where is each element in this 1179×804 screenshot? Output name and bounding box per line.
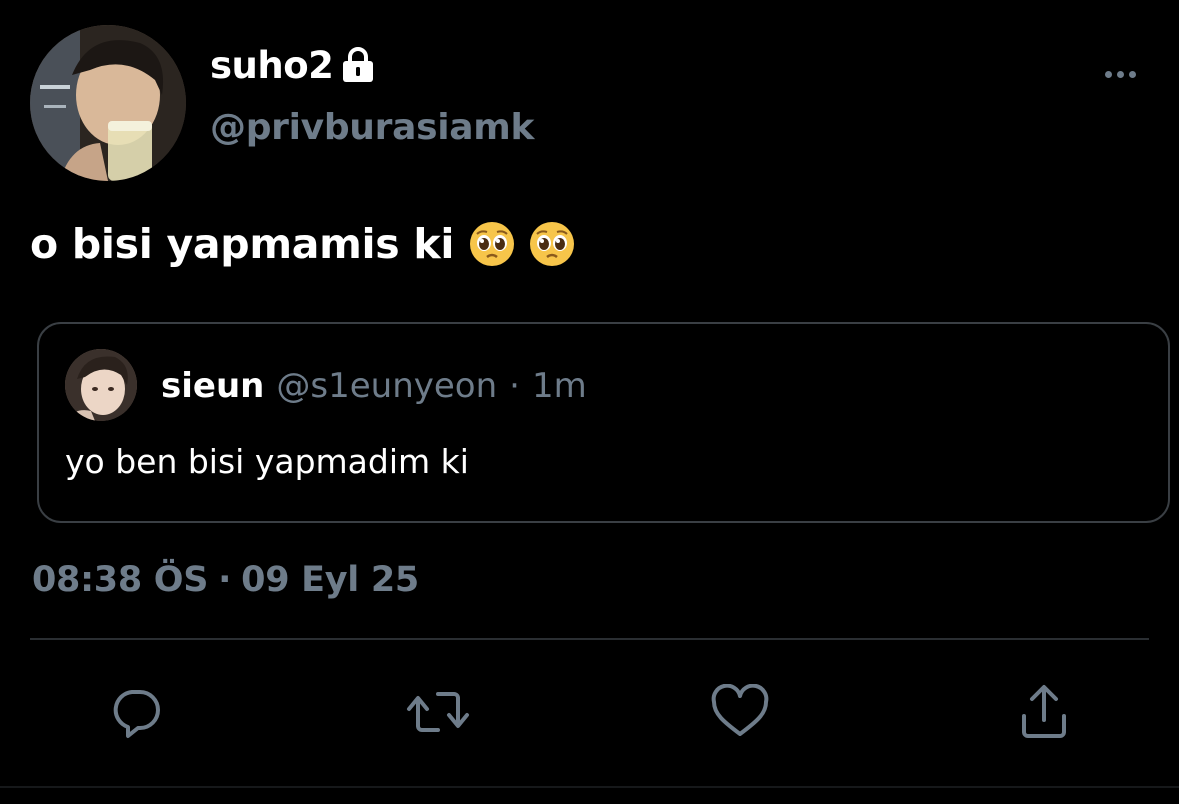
- quoted-tweet-text: yo ben bisi yapmadim ki: [65, 442, 469, 481]
- quoted-author-avatar[interactable]: [65, 349, 137, 421]
- bottom-divider: [0, 786, 1179, 788]
- quoted-author-handle[interactable]: @s1eunyeon: [276, 366, 497, 406]
- retweet-button[interactable]: [406, 682, 470, 742]
- pleading-face-emoji-icon: [528, 220, 576, 268]
- tweet-timestamp: 08:38 ÖS · 09 Eyl 25: [32, 560, 419, 600]
- tweet-body: o bisi yapmamis ki: [30, 220, 576, 268]
- pleading-face-emoji-icon: [468, 220, 516, 268]
- author-display-name[interactable]: suho2: [210, 44, 334, 87]
- retweet-icon: [406, 684, 470, 740]
- reply-icon: [108, 684, 164, 740]
- more-icon-dot: [1116, 70, 1124, 78]
- tweet-date: 09 Eyl 25: [241, 560, 419, 600]
- author-name-row: suho2: [210, 40, 375, 90]
- share-icon: [1016, 682, 1072, 742]
- quoted-tweet-card[interactable]: sieun @s1eunyeon · 1m yo ben bisi yapmad…: [37, 322, 1170, 523]
- like-button[interactable]: [710, 682, 770, 742]
- author-handle[interactable]: @privburasiamk: [210, 107, 534, 148]
- more-icon-dot: [1128, 70, 1136, 78]
- reply-button[interactable]: [106, 682, 166, 742]
- author-avatar[interactable]: [30, 25, 186, 181]
- timestamp-separator: ·: [218, 560, 232, 600]
- tweet-emojis: [468, 220, 576, 268]
- tweet-text: o bisi yapmamis ki: [30, 220, 455, 268]
- quoted-separator: ·: [509, 366, 520, 406]
- divider: [30, 638, 1149, 640]
- lock-icon: [341, 47, 375, 83]
- quoted-author-name[interactable]: sieun: [161, 366, 264, 406]
- quoted-time: 1m: [531, 366, 587, 406]
- tweet-time: 08:38 ÖS: [32, 560, 209, 600]
- heart-icon: [710, 684, 770, 740]
- more-options-button[interactable]: [1090, 58, 1150, 90]
- quoted-tweet-header: sieun @s1eunyeon · 1m: [161, 366, 587, 406]
- more-icon-dot: [1104, 70, 1112, 78]
- share-button[interactable]: [1014, 682, 1074, 742]
